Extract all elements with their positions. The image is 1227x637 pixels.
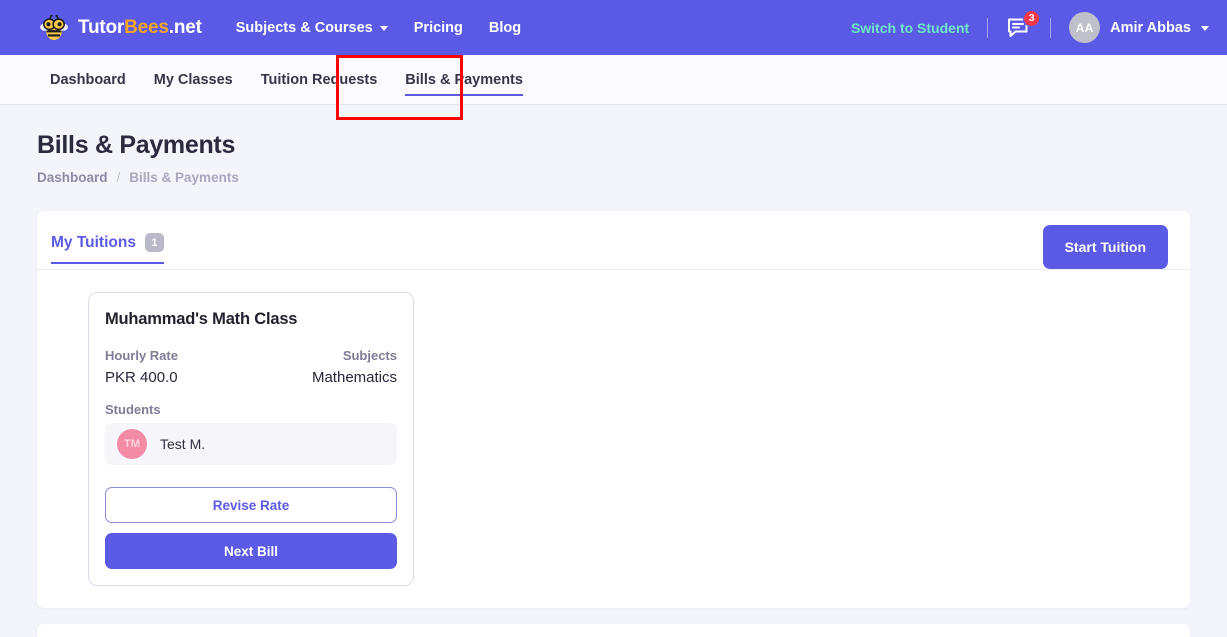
tab-label-my-classes: My Classes <box>154 72 233 88</box>
tab-label-tuition-requests: Tuition Requests <box>261 72 378 88</box>
tab-bills-and-payments[interactable]: Bills & Payments <box>391 55 537 105</box>
messages-button[interactable]: 3 <box>1006 15 1032 41</box>
tab-dashboard[interactable]: Dashboard <box>36 55 140 105</box>
chevron-down-icon <box>1201 26 1209 31</box>
nav-item-subjects-courses[interactable]: Subjects & Courses <box>236 20 388 36</box>
hourly-rate-value: PKR 400.0 <box>105 369 178 386</box>
tuition-card-title: Muhammad's Math Class <box>105 310 397 329</box>
secondary-navigation: Dashboard My Classes Tuition Requests Bi… <box>0 55 1227 105</box>
tab-my-classes[interactable]: My Classes <box>140 55 247 105</box>
tab-label-bills-and-payments: Bills & Payments <box>405 72 523 88</box>
avatar: TM <box>117 429 147 459</box>
brand-part-tutor: Tutor <box>78 17 124 38</box>
tab-label-dashboard: Dashboard <box>50 72 126 88</box>
nav-label-subjects-courses: Subjects & Courses <box>236 20 373 36</box>
nav-item-blog[interactable]: Blog <box>489 20 521 36</box>
header-divider-1 <box>987 18 988 38</box>
next-panel-peek <box>37 624 1190 637</box>
tab-label-my-tuitions: My Tuitions <box>51 234 136 252</box>
panel-tabs: My Tuitions 1 <box>51 233 164 264</box>
primary-navigation: Subjects & Courses Pricing Blog <box>236 20 521 36</box>
avatar: AA <box>1069 12 1100 43</box>
next-bill-button[interactable]: Next Bill <box>105 533 397 569</box>
subjects-value: Mathematics <box>312 369 397 386</box>
chevron-down-icon <box>380 26 388 31</box>
student-name-label: Test M. <box>160 436 205 452</box>
top-header-bar: TutorBees.net Subjects & Courses Pricing… <box>0 0 1227 55</box>
subjects-column: Subjects Mathematics <box>312 348 397 386</box>
tuitions-count-badge: 1 <box>145 233 164 252</box>
tuition-card[interactable]: Muhammad's Math Class Hourly Rate PKR 40… <box>88 292 414 586</box>
hourly-rate-label: Hourly Rate <box>105 348 178 363</box>
subjects-label: Subjects <box>312 348 397 363</box>
nav-item-pricing[interactable]: Pricing <box>414 20 463 36</box>
user-menu[interactable]: AA Amir Abbas <box>1069 12 1209 43</box>
tuition-card-meta: Hourly Rate PKR 400.0 Subjects Mathemati… <box>105 348 397 386</box>
breadcrumb-item-dashboard[interactable]: Dashboard <box>37 170 108 185</box>
hourly-rate-column: Hourly Rate PKR 400.0 <box>105 348 178 386</box>
start-tuition-button[interactable]: Start Tuition <box>1043 225 1168 269</box>
tuition-cards-area: Muhammad's Math Class Hourly Rate PKR 40… <box>37 270 1190 586</box>
header-right-cluster: Switch to Student 3 AA Amir Abbas <box>851 12 1209 43</box>
breadcrumb-item-current: Bills & Payments <box>129 170 239 185</box>
user-name-label: Amir Abbas <box>1110 20 1191 36</box>
tuitions-panel: My Tuitions 1 Start Tuition Muhammad's M… <box>37 211 1190 608</box>
revise-rate-button[interactable]: Revise Rate <box>105 487 397 523</box>
brand-wordmark: TutorBees.net <box>78 17 202 39</box>
page-header: Bills & Payments Dashboard / Bills & Pay… <box>0 105 1227 185</box>
nav-label-pricing: Pricing <box>414 20 463 36</box>
brand-part-bees: Bees <box>124 17 169 38</box>
list-item[interactable]: TM Test M. <box>105 423 397 465</box>
brand-logo[interactable]: TutorBees.net <box>38 15 202 41</box>
panel-toolbar: My Tuitions 1 Start Tuition <box>37 211 1190 269</box>
page-title: Bills & Payments <box>37 131 1227 160</box>
messages-unread-badge: 3 <box>1023 10 1040 27</box>
tab-tuition-requests[interactable]: Tuition Requests <box>247 55 392 105</box>
switch-to-student-link[interactable]: Switch to Student <box>851 20 969 36</box>
breadcrumb: Dashboard / Bills & Payments <box>37 170 1227 185</box>
brand-part-net: .net <box>169 17 202 38</box>
bee-logo-icon <box>38 15 70 41</box>
nav-label-blog: Blog <box>489 20 521 36</box>
students-label: Students <box>105 402 397 417</box>
breadcrumb-separator: / <box>117 170 121 185</box>
tab-my-tuitions[interactable]: My Tuitions 1 <box>51 233 164 264</box>
header-divider-2 <box>1050 18 1051 38</box>
